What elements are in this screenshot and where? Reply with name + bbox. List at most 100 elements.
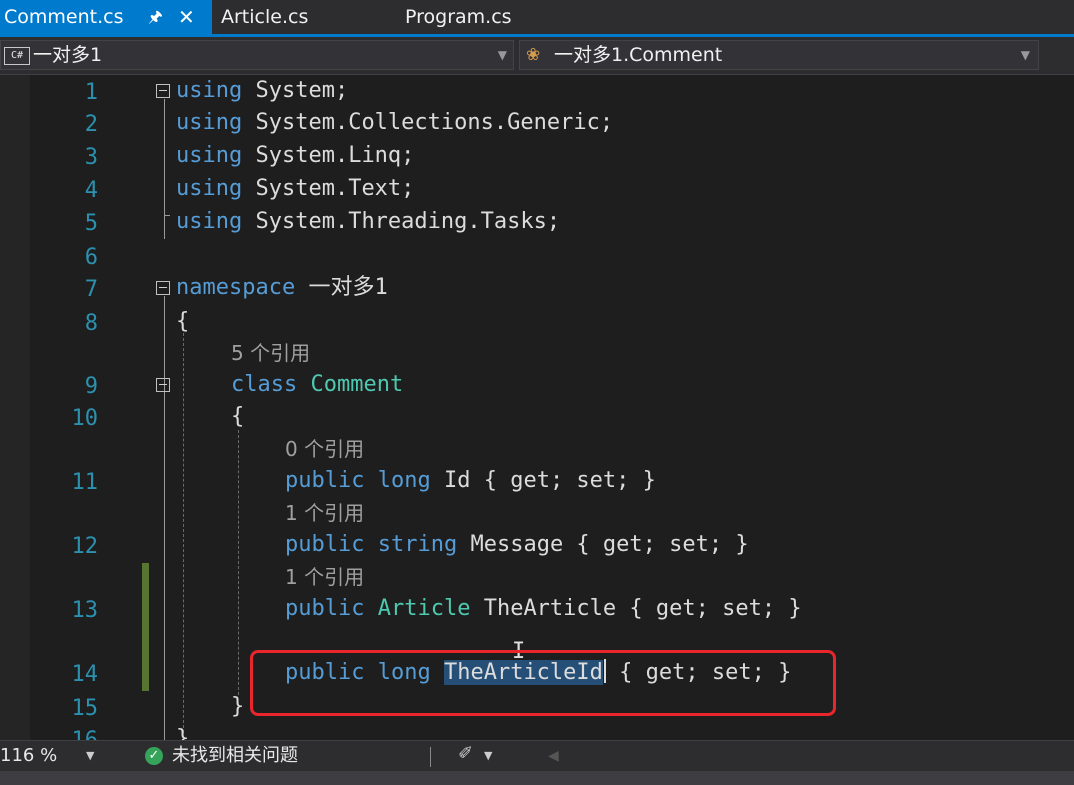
tab-label: Article.cs bbox=[221, 6, 309, 28]
accessors: { get; set; } bbox=[470, 468, 656, 493]
brush-icon[interactable]: ✐ bbox=[458, 743, 473, 764]
accessors: { get; set; } bbox=[563, 532, 749, 557]
project-dropdown[interactable]: C# 一对多1 ▼ bbox=[0, 40, 514, 70]
line-number: 9 bbox=[84, 374, 98, 399]
type-name: Comment bbox=[310, 372, 404, 397]
code-text: System.Linq; bbox=[242, 143, 415, 168]
code-line: using System.Linq; bbox=[176, 140, 414, 172]
code-line: } bbox=[176, 726, 190, 740]
navigation-bar: C# 一对多1 ▼ ❀ 一对多1.Comment ▼ 🔧 bbox=[0, 37, 1074, 105]
code-line: using System; bbox=[176, 75, 348, 107]
property-name: Message bbox=[470, 532, 564, 557]
chevron-down-icon: ▼ bbox=[1020, 48, 1030, 62]
code-text: System.Collections.Generic; bbox=[242, 110, 614, 135]
fold-guide bbox=[164, 99, 165, 239]
pin-icon[interactable]: 🖈 bbox=[148, 0, 163, 34]
collapse-toggle[interactable] bbox=[156, 378, 170, 392]
highlight-annotation-box bbox=[250, 650, 836, 716]
tab-comment-cs[interactable]: Comment.cs 🖈 ✕ bbox=[0, 0, 212, 34]
editor-status-bar: 116 % ▼ ✓ 未找到相关问题 ✐ ▼ ◀ bbox=[0, 740, 1074, 785]
line-number: 14 bbox=[71, 662, 99, 687]
code-editor[interactable]: 1 2 3 4 5 6 7 8 9 10 11 12 13 14 15 16 u… bbox=[0, 75, 1074, 740]
codelens-references[interactable]: 1 个引用 bbox=[285, 498, 364, 528]
property-name: TheArticle bbox=[483, 596, 617, 621]
line-number: 10 bbox=[71, 406, 99, 431]
keyword: public bbox=[285, 532, 365, 557]
divider bbox=[430, 747, 431, 767]
type-name: Article bbox=[377, 596, 471, 621]
scroll-left-icon[interactable]: ◀ bbox=[548, 741, 559, 771]
tab-bar: Comment.cs 🖈 ✕ Article.cs Program.cs bbox=[0, 0, 1074, 34]
csharp-project-icon: C# bbox=[4, 47, 30, 65]
keyword: public bbox=[285, 468, 365, 493]
code-line: { bbox=[231, 404, 245, 429]
keyword: using bbox=[176, 209, 243, 234]
codelens-references[interactable]: 0 个引用 bbox=[285, 434, 364, 464]
chevron-down-icon: ▼ bbox=[497, 48, 507, 62]
indent-guide bbox=[238, 430, 239, 695]
line-number: 16 bbox=[60, 725, 99, 740]
line-number: 11 bbox=[71, 470, 99, 495]
line-number: 12 bbox=[71, 534, 99, 559]
keyword: using bbox=[176, 143, 243, 168]
keyword: public bbox=[285, 596, 365, 621]
chevron-down-icon[interactable]: ▼ bbox=[484, 741, 492, 771]
fold-guide bbox=[164, 215, 170, 216]
margin-strip bbox=[0, 75, 30, 740]
tab-program-cs[interactable]: Program.cs bbox=[405, 0, 512, 34]
line-number: 15 bbox=[71, 696, 99, 721]
code-line: public string Message { get; set; } bbox=[285, 529, 749, 561]
line-number: 1 bbox=[84, 80, 98, 105]
code-line: public long Id { get; set; } bbox=[285, 465, 656, 497]
type-path: 一对多1.Comment bbox=[554, 44, 723, 66]
indent-guide bbox=[183, 333, 184, 733]
code-line: using System.Collections.Generic; bbox=[176, 107, 613, 139]
fold-guide bbox=[164, 296, 165, 740]
zoom-level[interactable]: 116 % bbox=[0, 741, 57, 771]
horizontal-scrollbar[interactable] bbox=[0, 771, 1074, 785]
property-name: Id bbox=[443, 468, 471, 493]
keyword: string bbox=[377, 532, 458, 557]
keyword: namespace bbox=[176, 275, 296, 300]
codelens-references[interactable]: 5 个引用 bbox=[231, 338, 310, 368]
line-number: 2 bbox=[84, 112, 98, 137]
issues-status[interactable]: 未找到相关问题 bbox=[172, 741, 298, 771]
code-line: using System.Threading.Tasks; bbox=[176, 206, 560, 238]
line-number: 13 bbox=[71, 598, 99, 623]
line-number: 6 bbox=[84, 245, 98, 270]
keyword: long bbox=[377, 468, 431, 493]
check-circle-icon: ✓ bbox=[145, 747, 163, 765]
line-number: 8 bbox=[84, 311, 98, 336]
code-line: { bbox=[176, 309, 190, 334]
code-line: namespace 一对多1 bbox=[176, 272, 388, 304]
collapse-toggle[interactable] bbox=[156, 84, 170, 98]
line-number: 5 bbox=[84, 211, 98, 236]
code-text: System; bbox=[242, 78, 349, 103]
code-line: public Article TheArticle { get; set; } bbox=[285, 593, 802, 625]
chevron-down-icon[interactable]: ▼ bbox=[86, 741, 94, 771]
code-text: System.Text; bbox=[242, 176, 415, 201]
keyword: using bbox=[176, 176, 243, 201]
code-line: class Comment bbox=[231, 369, 403, 401]
project-name: 一对多1 bbox=[33, 44, 103, 66]
code-text: System.Threading.Tasks; bbox=[242, 209, 561, 234]
type-dropdown[interactable]: ❀ 一对多1.Comment ▼ bbox=[519, 40, 1039, 70]
tab-label: Program.cs bbox=[405, 6, 512, 28]
line-number: 3 bbox=[84, 145, 98, 170]
code-line: using System.Text; bbox=[176, 173, 414, 205]
accessors: { get; set; } bbox=[616, 596, 802, 621]
tab-label: Comment.cs bbox=[4, 6, 124, 28]
class-icon: ❀ bbox=[526, 45, 541, 65]
codelens-references[interactable]: 1 个引用 bbox=[285, 562, 364, 592]
line-number: 4 bbox=[84, 178, 98, 203]
keyword: using bbox=[176, 110, 243, 135]
keyword: class bbox=[231, 372, 298, 397]
code-line: } bbox=[231, 694, 245, 719]
close-icon[interactable]: ✕ bbox=[178, 0, 195, 34]
changed-lines-marker bbox=[142, 563, 149, 691]
line-number: 7 bbox=[84, 277, 98, 302]
collapse-toggle[interactable] bbox=[156, 281, 170, 295]
code-text: 一对多1 bbox=[295, 275, 388, 300]
keyword: using bbox=[176, 78, 243, 103]
tab-article-cs[interactable]: Article.cs bbox=[221, 0, 308, 34]
